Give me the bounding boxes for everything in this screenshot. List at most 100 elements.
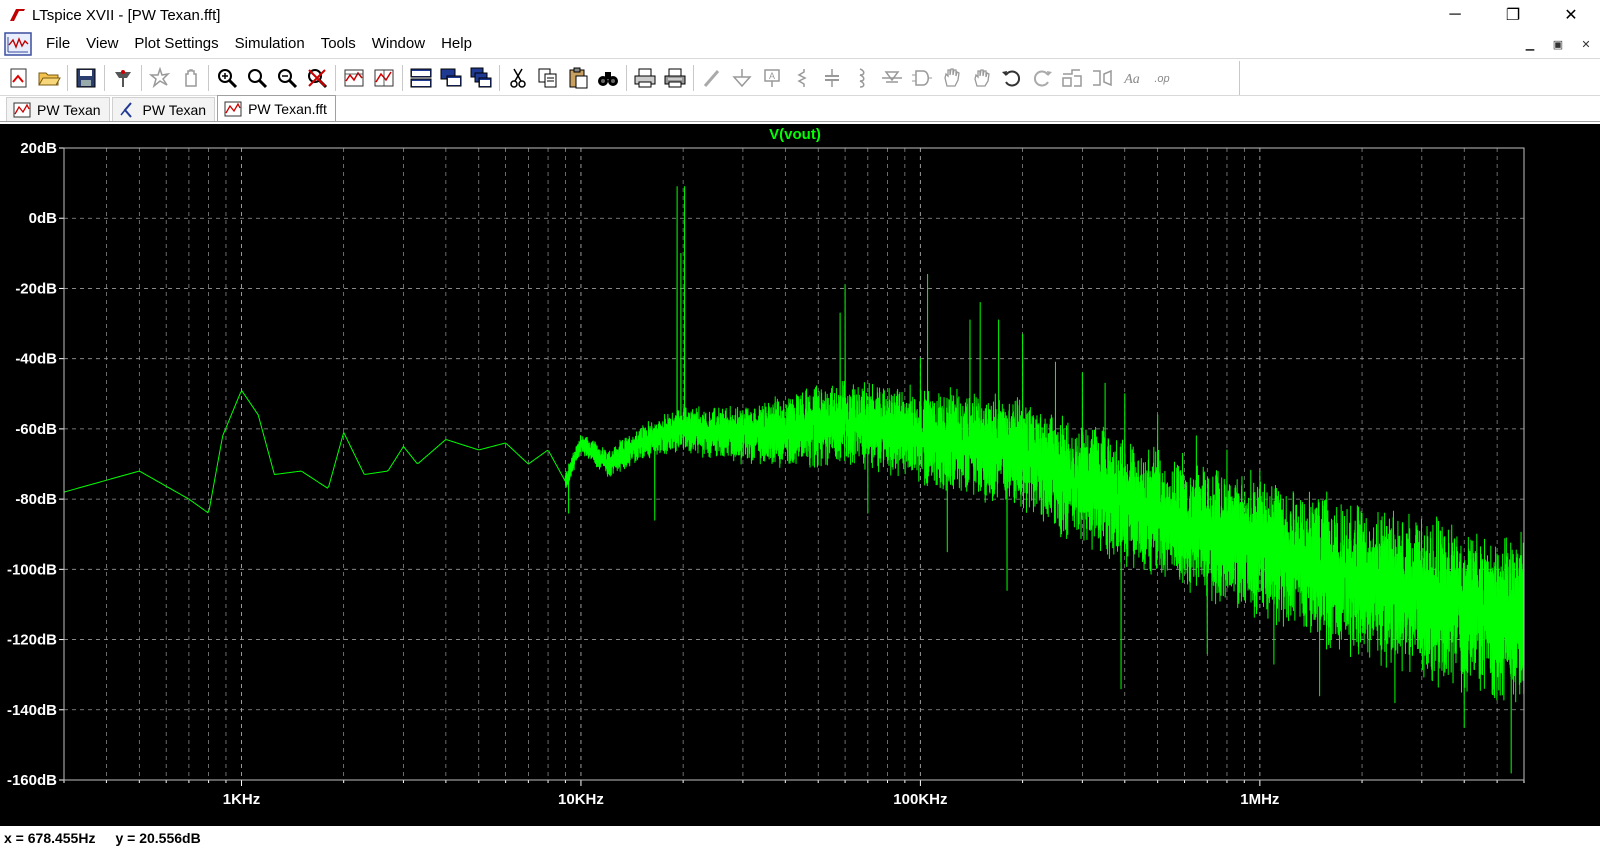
y-tick-label: -100dB [7, 561, 57, 578]
component-icon [912, 70, 932, 86]
menu-tools[interactable]: Tools [313, 31, 364, 57]
zoom-fit-button[interactable] [302, 63, 332, 93]
new-schematic-button[interactable] [4, 63, 34, 93]
tile-vertical-button[interactable] [436, 63, 466, 93]
zoom-pan-button[interactable] [242, 63, 272, 93]
resistor-button[interactable] [787, 63, 817, 93]
ground-button[interactable] [727, 63, 757, 93]
print-button[interactable] [630, 63, 660, 93]
y-tick-label: -120dB [7, 632, 57, 649]
text-button[interactable]: Aa [1117, 63, 1147, 93]
drag-button[interactable] [967, 63, 997, 93]
paste-button[interactable] [563, 63, 593, 93]
drag-icon [974, 69, 990, 87]
rotate-button[interactable] [1057, 63, 1087, 93]
save-button[interactable] [71, 63, 101, 93]
waveform-doc-icon[interactable] [4, 31, 32, 57]
y-tick-label: 20dB [20, 140, 57, 157]
undo-button[interactable] [997, 63, 1027, 93]
waveform-icon [13, 102, 31, 117]
status-bar: x = 678.455Hz y = 20.556dB [0, 826, 1600, 850]
menu-window[interactable]: Window [364, 31, 433, 57]
cascade-button[interactable] [466, 63, 496, 93]
x-tick-label: 10KHz [558, 791, 604, 808]
mdi-close-button[interactable]: ✕ [1572, 30, 1600, 58]
spice-directive-icon: .op [1154, 73, 1169, 85]
autorange-button[interactable] [339, 63, 369, 93]
menu-plot-settings[interactable]: Plot Settings [126, 31, 226, 57]
waveform-icon [224, 101, 242, 116]
resistor-icon [797, 69, 807, 87]
x-tick-label: 100KHz [893, 791, 947, 808]
zoom-pan-icon [248, 69, 268, 89]
fft-plot[interactable]: 20dB 0dB -20dB -40dB -60dB -80dB -100dB -120dB -… [0, 124, 1600, 826]
svg-text:A: A [769, 71, 775, 81]
trace-label[interactable]: V(vout) [769, 126, 821, 143]
y-tick-label: 0dB [29, 210, 58, 227]
menu-simulation[interactable]: Simulation [227, 31, 313, 57]
redo-button[interactable] [1027, 63, 1057, 93]
tile-horizontal-icon [410, 68, 432, 88]
control-panel-button[interactable] [108, 63, 138, 93]
print-setup-icon [664, 68, 686, 88]
mirror-button[interactable] [1087, 63, 1117, 93]
halt-button[interactable] [175, 63, 205, 93]
tab-pw-texan-fft[interactable]: PW Texan.fft [217, 95, 336, 121]
tab-pw-texan-schematic[interactable]: PW Texan [111, 97, 216, 121]
print-setup-button[interactable] [660, 63, 690, 93]
cursor-x-readout: x = 678.455Hz [4, 830, 96, 846]
svg-text:Aa: Aa [1123, 72, 1140, 87]
y-tick-label: -20dB [15, 280, 57, 297]
halt-icon [185, 69, 197, 87]
text-icon: Aa [1123, 72, 1140, 87]
maximize-button[interactable]: ❐ [1484, 0, 1542, 30]
cut-button[interactable] [503, 63, 533, 93]
toolbar: A Aa .op [0, 58, 1600, 96]
tile-horizontal-button[interactable] [406, 63, 436, 93]
minimize-button[interactable]: ─ [1426, 0, 1484, 30]
menu-help[interactable]: Help [433, 31, 480, 57]
copy-button[interactable] [533, 63, 563, 93]
menu-bar: File View Plot Settings Simulation Tools… [0, 30, 1600, 58]
waveform-button[interactable] [369, 63, 399, 93]
tab-label: PW Texan.fft [248, 100, 327, 117]
label-button[interactable]: A [757, 63, 787, 93]
component-button[interactable] [907, 63, 937, 93]
plot-frame [63, 147, 1525, 781]
title-bar: LTspice XVII - [PW Texan.fft] ─ ❐ ✕ [0, 0, 1600, 30]
run-button[interactable] [145, 63, 175, 93]
mirror-icon [1093, 69, 1112, 87]
zoom-in-button[interactable] [212, 63, 242, 93]
waveform-icon [374, 69, 394, 87]
menu-view[interactable]: View [78, 31, 126, 57]
inductor-button[interactable] [847, 63, 877, 93]
wire-icon [703, 70, 720, 87]
tab-pw-texan-waveform[interactable]: PW Texan [6, 97, 110, 121]
spice-directive-button[interactable]: .op [1147, 63, 1177, 93]
mdi-minimize-button[interactable]: ▁ [1516, 30, 1544, 58]
cascade-icon [470, 67, 492, 88]
plot-pane[interactable]: 20dB 0dB -20dB -40dB -60dB -80dB -100dB -120dB -… [0, 124, 1600, 826]
undo-icon [1002, 70, 1020, 87]
find-button[interactable] [593, 63, 623, 93]
close-button[interactable]: ✕ [1542, 0, 1600, 30]
mdi-restore-button[interactable]: ▣ [1544, 30, 1572, 58]
y-tick-label: -60dB [15, 421, 57, 438]
label-icon: A [764, 69, 780, 87]
diode-button[interactable] [877, 63, 907, 93]
tab-label: PW Texan [37, 101, 101, 118]
ltspice-window: LTspice XVII - [PW Texan.fft] ─ ❐ ✕ File… [0, 0, 1600, 850]
copy-icon [538, 68, 557, 88]
move-button[interactable] [937, 63, 967, 93]
redo-icon [1034, 70, 1052, 87]
fft-trace-vout[interactable] [63, 186, 1525, 774]
capacitor-button[interactable] [817, 63, 847, 93]
inductor-icon [859, 68, 865, 88]
zoom-out-button[interactable] [272, 63, 302, 93]
autorange-icon [344, 69, 364, 87]
open-button[interactable] [34, 63, 64, 93]
window-title: LTspice XVII - [PW Texan.fft] [32, 6, 221, 24]
y-tick-label: -40dB [15, 351, 57, 368]
menu-file[interactable]: File [38, 31, 78, 57]
wire-button[interactable] [697, 63, 727, 93]
